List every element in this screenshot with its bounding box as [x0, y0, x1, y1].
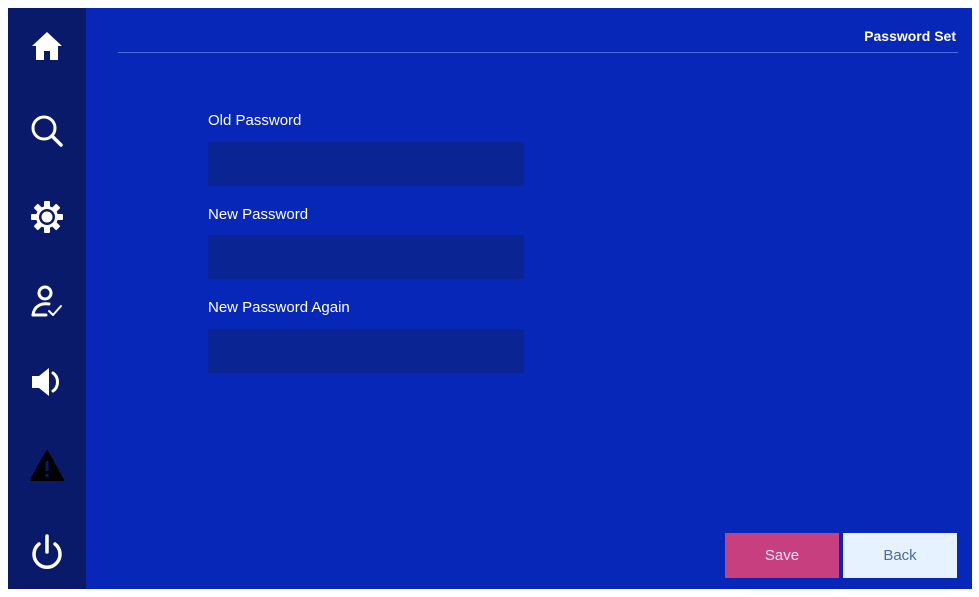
sidebar-item-home[interactable]: [8, 16, 86, 76]
header-divider: [118, 52, 958, 53]
speaker-icon: [32, 368, 59, 396]
sidebar: [8, 8, 86, 589]
search-icon: [31, 115, 63, 147]
new-password-label: New Password: [208, 206, 309, 223]
back-button[interactable]: Back: [843, 533, 957, 578]
sidebar-item-sound[interactable]: [8, 352, 86, 412]
sidebar-item-alarm[interactable]: [8, 436, 86, 496]
gear-icon: [31, 201, 63, 233]
save-button[interactable]: Save: [725, 533, 839, 578]
warning-icon: [30, 450, 64, 481]
home-icon: [32, 32, 62, 60]
new-password-again-input[interactable]: [208, 329, 524, 373]
sidebar-item-power[interactable]: [8, 523, 86, 583]
app-window: Password Set Old Password New Password N…: [8, 8, 972, 589]
sidebar-item-settings[interactable]: [8, 187, 86, 247]
old-password-label: Old Password: [208, 112, 302, 129]
sidebar-item-user[interactable]: [8, 272, 86, 332]
user-check-icon: [31, 285, 62, 317]
new-password-again-label: New Password Again: [208, 299, 350, 316]
sidebar-item-search[interactable]: [8, 101, 86, 161]
old-password-input[interactable]: [208, 142, 524, 186]
new-password-input[interactable]: [208, 235, 524, 279]
page-title: Password Set: [864, 28, 956, 44]
power-icon: [32, 534, 62, 569]
